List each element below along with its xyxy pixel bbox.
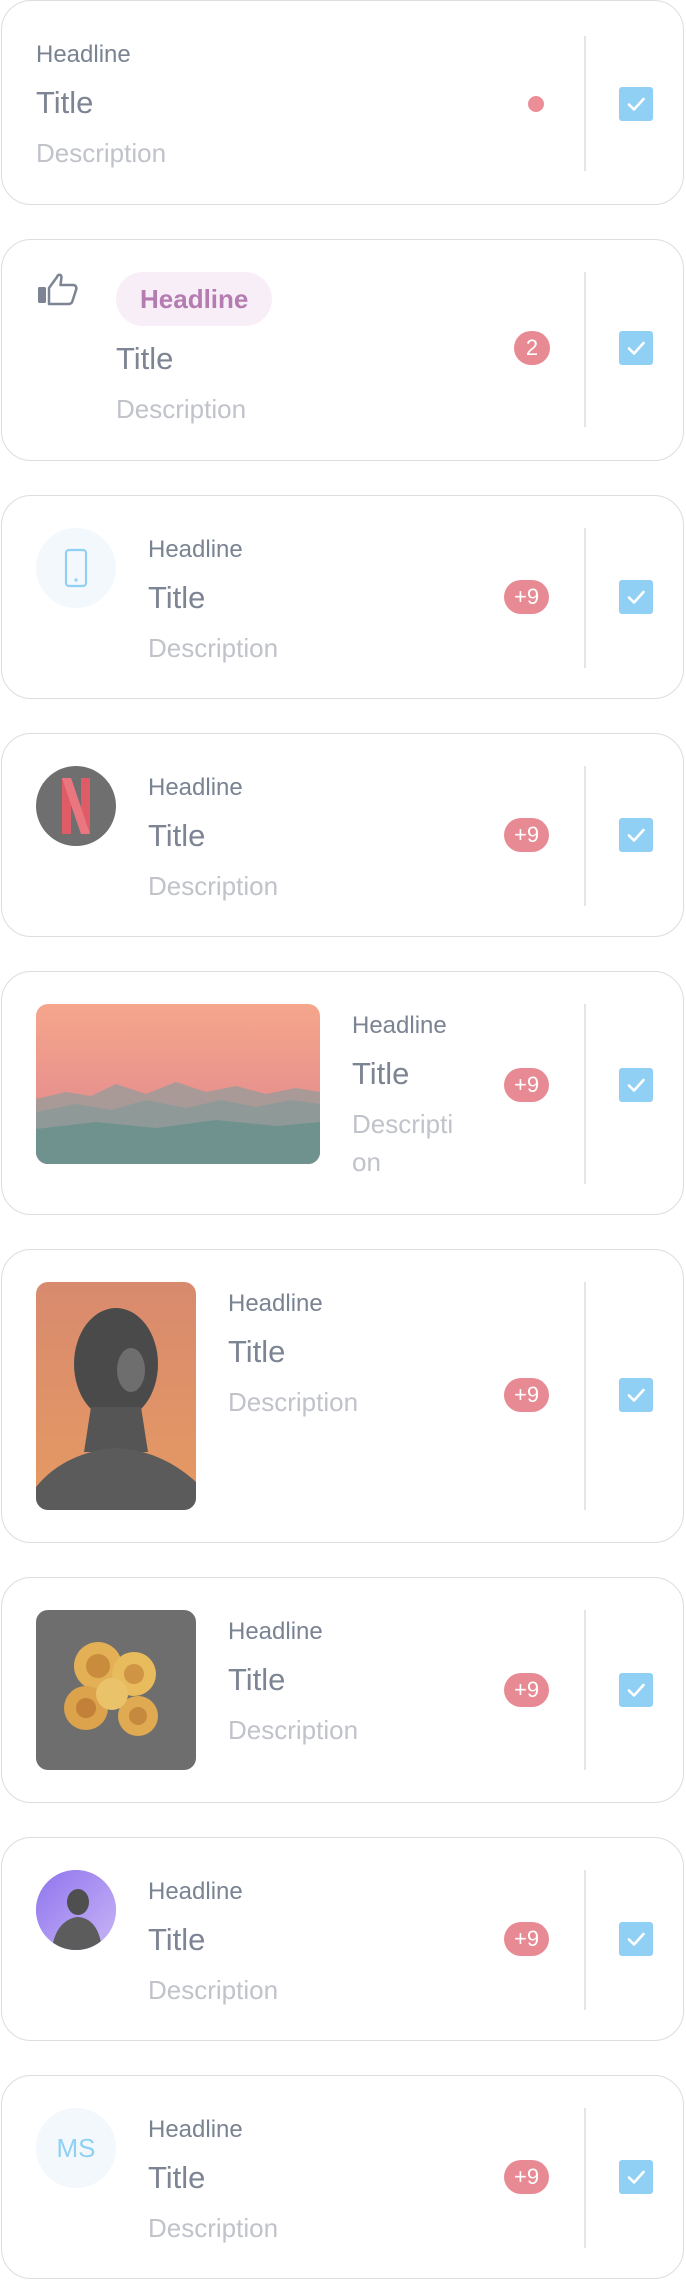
count-badge: +9: [504, 1922, 550, 1956]
item-title: Title: [228, 1662, 286, 1697]
item-checkbox[interactable]: [619, 331, 653, 365]
item-description: Description: [228, 1387, 359, 1417]
item-checkbox[interactable]: [619, 2160, 653, 2194]
item-title: Title: [352, 1056, 410, 1091]
item-title: Title: [148, 1922, 206, 1957]
mountain-sunset-image: [36, 1004, 320, 1164]
count-badge: +9: [504, 1673, 550, 1707]
divider: [584, 1610, 586, 1770]
item-title: Title: [148, 818, 206, 853]
item-checkbox[interactable]: [619, 1673, 653, 1707]
divider: [584, 766, 586, 906]
list-item[interactable]: MS Headline Title Description +9: [1, 2075, 684, 2279]
divider: [584, 1004, 586, 1184]
initials-text: MS: [56, 2132, 96, 2163]
check-icon: [627, 2170, 645, 2184]
avatar-initials: MS: [36, 2108, 116, 2188]
check-icon: [627, 341, 645, 355]
count-badge: +9: [504, 580, 550, 614]
item-description: Description: [148, 1975, 279, 2005]
item-headline: Headline: [148, 1878, 243, 1905]
divider: [584, 272, 586, 427]
list-item[interactable]: Headline Title Description +9: [1, 1837, 684, 2041]
item-description-line1: Descripti: [352, 1109, 454, 1139]
count-badge: +9: [504, 1068, 550, 1102]
list-item[interactable]: Headline Title Description 2: [1, 239, 684, 461]
headline-chip: Headline: [116, 272, 273, 326]
item-checkbox[interactable]: [619, 1922, 653, 1956]
item-checkbox[interactable]: [619, 818, 653, 852]
item-description: Description: [116, 394, 247, 424]
divider: [584, 528, 586, 668]
count-badge: 2: [514, 331, 550, 365]
check-icon: [627, 1388, 645, 1402]
portrait-photo: [36, 1282, 196, 1510]
check-icon: [627, 1078, 645, 1092]
item-title: Title: [148, 2160, 206, 2195]
divider: [584, 2108, 586, 2248]
item-headline: Headline: [36, 41, 131, 68]
count-badge: +9: [504, 2160, 550, 2194]
divider: [584, 36, 586, 171]
item-title: Title: [36, 85, 94, 120]
list-item[interactable]: Headline Title Description +9: [1, 495, 684, 699]
thumbs-up-icon: [36, 266, 80, 310]
item-headline: Headline: [228, 1618, 323, 1645]
item-headline: Headline: [352, 1012, 447, 1039]
netflix-logo: [36, 766, 116, 846]
item-checkbox[interactable]: [619, 87, 653, 121]
divider: [584, 1282, 586, 1510]
item-title: Title: [116, 341, 174, 376]
count-badge: +9: [504, 1378, 550, 1412]
list-item[interactable]: Headline Title Description +9: [1, 1249, 684, 1543]
divider: [584, 1870, 586, 2010]
unread-dot: [528, 96, 544, 112]
item-checkbox[interactable]: [619, 1378, 653, 1412]
item-checkbox[interactable]: [619, 580, 653, 614]
item-description-line2: on: [352, 1147, 381, 1177]
check-icon: [627, 590, 645, 604]
item-headline: Headline: [148, 536, 243, 563]
list-item[interactable]: Headline Title Description: [1, 0, 684, 205]
list-item[interactable]: Headline Title Description +9: [1, 1577, 684, 1803]
check-icon: [627, 97, 645, 111]
check-icon: [627, 1932, 645, 1946]
list-item[interactable]: Headline Title Description +9: [1, 733, 684, 937]
count-badge: +9: [504, 818, 550, 852]
item-headline: Headline: [148, 2116, 243, 2143]
smartphone-icon: [36, 528, 116, 608]
item-description: Description: [148, 2213, 279, 2243]
check-icon: [627, 1683, 645, 1697]
roses-photo: [36, 1610, 196, 1770]
item-description: Description: [228, 1715, 359, 1745]
item-description: Description: [148, 871, 279, 901]
item-headline: Headline: [148, 774, 243, 801]
item-title: Title: [148, 580, 206, 615]
item-description: Description: [36, 138, 167, 168]
check-icon: [627, 828, 645, 842]
item-title: Title: [228, 1334, 286, 1369]
item-checkbox[interactable]: [619, 1068, 653, 1102]
item-description: Description: [148, 633, 279, 663]
list-item[interactable]: Headline Title Descripti on +9: [1, 971, 684, 1215]
avatar-photo: [36, 1870, 116, 1950]
item-headline: Headline: [228, 1290, 323, 1317]
